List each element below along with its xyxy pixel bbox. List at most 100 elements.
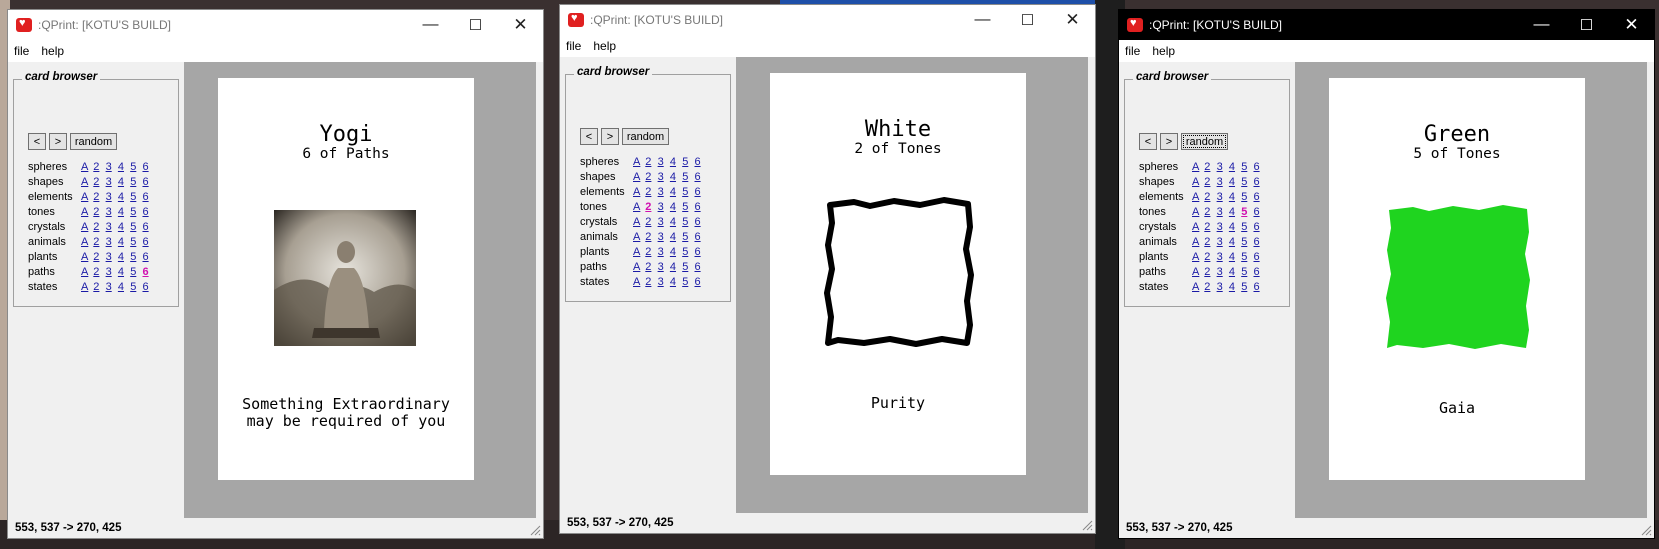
card-link[interactable]: 4 [1229,281,1241,293]
resize-grip-icon[interactable] [529,524,541,536]
card-link[interactable]: 2 [93,221,105,233]
card-link[interactable]: 5 [682,276,694,288]
card-link[interactable]: 2 [645,201,657,213]
title-bar[interactable]: :QPrint: [KOTU'S BUILD] —☐✕ [1119,10,1654,40]
card-link[interactable]: 2 [93,191,105,203]
next-button[interactable]: > [49,133,67,150]
card-link[interactable]: 5 [130,161,142,173]
card-link[interactable]: A [81,266,93,278]
card-link[interactable]: 3 [106,161,118,173]
card-link[interactable]: 6 [694,201,706,213]
card-link[interactable]: 5 [1241,251,1253,263]
card-link[interactable]: 5 [682,261,694,273]
card-link[interactable]: 5 [130,176,142,188]
card-link[interactable]: 5 [130,281,142,293]
card-link[interactable]: 4 [118,191,130,203]
menu-help[interactable]: help [41,44,64,58]
card-link[interactable]: 5 [682,201,694,213]
card-link[interactable]: A [633,186,645,198]
card-link[interactable]: 2 [645,276,657,288]
card-link[interactable]: A [633,276,645,288]
close-icon[interactable]: ✕ [1050,5,1095,35]
random-button[interactable]: random [1181,133,1228,150]
card-link[interactable]: A [81,236,93,248]
card-link[interactable]: A [1192,236,1204,248]
card-link[interactable]: 6 [694,276,706,288]
card-link[interactable]: 3 [1217,206,1229,218]
minimize-icon[interactable]: — [1519,10,1564,40]
menu-file[interactable]: file [1125,44,1140,58]
card-link[interactable]: A [633,201,645,213]
title-bar[interactable]: :QPrint: [KOTU'S BUILD] —☐✕ [8,10,543,40]
card-link[interactable]: 4 [670,246,682,258]
card-link[interactable]: 4 [1229,176,1241,188]
card-link[interactable]: 3 [106,236,118,248]
card-link[interactable]: 6 [1253,161,1265,173]
next-button[interactable]: > [1160,133,1178,150]
card-link[interactable]: 6 [1253,281,1265,293]
menu-help[interactable]: help [593,39,616,53]
card-link[interactable]: 4 [1229,236,1241,248]
card-link[interactable]: 5 [1241,266,1253,278]
card-link[interactable]: 4 [118,281,130,293]
card-link[interactable]: 3 [1217,266,1229,278]
card-link[interactable]: 4 [670,276,682,288]
card-link[interactable]: 4 [118,266,130,278]
card-link[interactable]: 6 [142,236,154,248]
card-link[interactable]: 5 [130,236,142,248]
card-link[interactable]: A [81,176,93,188]
maximize-icon[interactable]: ☐ [1564,10,1609,40]
card-link[interactable]: 3 [1217,281,1229,293]
card-link[interactable]: 3 [1217,236,1229,248]
card-link[interactable]: A [1192,161,1204,173]
menu-file[interactable]: file [566,39,581,53]
card-link[interactable]: 2 [1204,266,1216,278]
card-link[interactable]: 4 [1229,266,1241,278]
card-link[interactable]: 2 [645,171,657,183]
card-link[interactable]: 4 [670,171,682,183]
card-link[interactable]: 6 [694,216,706,228]
card-link[interactable]: A [81,191,93,203]
card-link[interactable]: A [81,281,93,293]
card-link[interactable]: 2 [1204,176,1216,188]
card-link[interactable]: 6 [1253,206,1265,218]
card-link[interactable]: 5 [130,206,142,218]
card-link[interactable]: 3 [106,176,118,188]
card-link[interactable]: 2 [645,156,657,168]
close-icon[interactable]: ✕ [498,10,543,40]
prev-button[interactable]: < [580,128,598,145]
card-link[interactable]: 6 [142,176,154,188]
card-link[interactable]: 6 [142,251,154,263]
card-link[interactable]: A [1192,281,1204,293]
card-link[interactable]: 4 [1229,191,1241,203]
card-link[interactable]: 5 [682,171,694,183]
card-link[interactable]: 4 [118,206,130,218]
card-link[interactable]: A [633,246,645,258]
card-link[interactable]: A [81,251,93,263]
card-link[interactable]: A [81,161,93,173]
card-link[interactable]: 4 [670,216,682,228]
card-link[interactable]: 2 [1204,281,1216,293]
card-link[interactable]: 3 [1217,221,1229,233]
card-link[interactable]: 6 [142,221,154,233]
card-link[interactable]: 5 [130,221,142,233]
next-button[interactable]: > [601,128,619,145]
card-link[interactable]: 3 [658,231,670,243]
card-link[interactable]: A [633,216,645,228]
card-link[interactable]: 3 [658,156,670,168]
card-link[interactable]: 3 [658,276,670,288]
card-link[interactable]: 4 [1229,206,1241,218]
card-link[interactable]: 4 [670,261,682,273]
card-link[interactable]: 2 [645,231,657,243]
card-link[interactable]: A [633,261,645,273]
card-link[interactable]: 5 [130,251,142,263]
card-link[interactable]: 2 [93,236,105,248]
card-link[interactable]: 3 [1217,251,1229,263]
card-link[interactable]: A [81,206,93,218]
menu-file[interactable]: file [14,44,29,58]
card-link[interactable]: 5 [1241,236,1253,248]
card-link[interactable]: 2 [1204,221,1216,233]
card-link[interactable]: 3 [658,186,670,198]
card-link[interactable]: 3 [1217,176,1229,188]
card-link[interactable]: 6 [1253,251,1265,263]
